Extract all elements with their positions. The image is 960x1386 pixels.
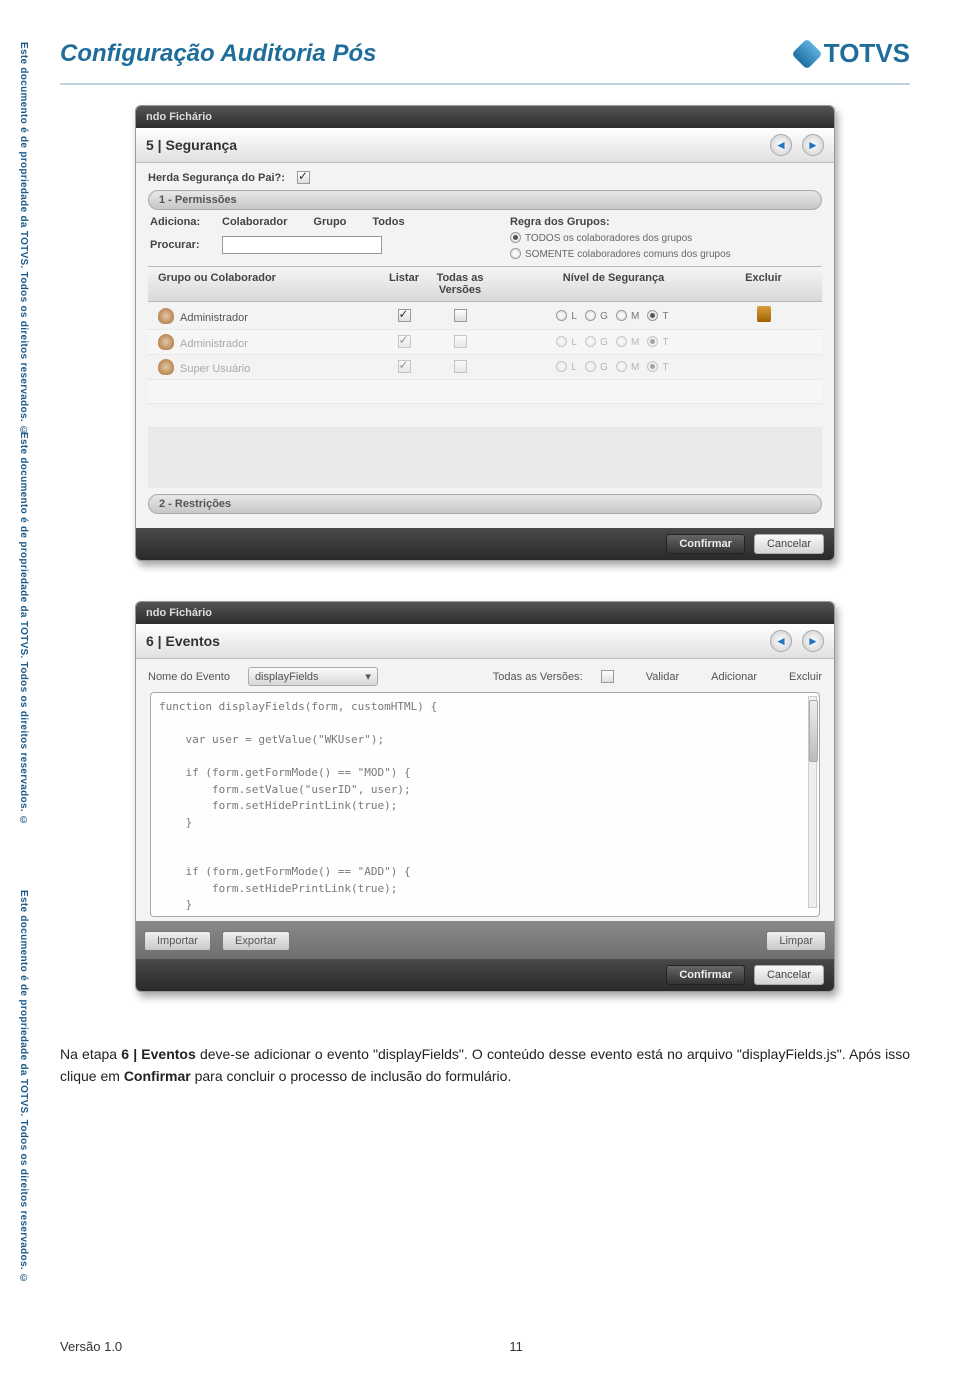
paragraph-part1: Na etapa (60, 1046, 121, 1062)
screenshot-seguranca: ndo Fichário 5 | Segurança ◄ ► Herda Seg… (135, 105, 835, 561)
nivel-t-radio[interactable] (647, 336, 658, 347)
todas-versoes-checkbox[interactable] (601, 670, 614, 683)
logo-icon (791, 38, 822, 69)
code-text: function displayFields(form, customHTML)… (151, 693, 819, 917)
window-title-2: ndo Fichário (136, 602, 834, 624)
procurar-label: Procurar: (150, 239, 210, 251)
excluir-link[interactable]: Excluir (789, 671, 822, 683)
row-listar-checkbox[interactable] (398, 335, 411, 348)
paragraph-part3: para concluir o processo de inclusão do … (195, 1068, 512, 1084)
col-excluir: Excluir (736, 272, 791, 296)
nav-prev-button[interactable]: ◄ (770, 134, 792, 156)
chevron-down-icon: ▾ (365, 670, 371, 683)
col-nivel: Nível de Segurança (491, 272, 736, 296)
code-editor[interactable]: function displayFields(form, customHTML)… (150, 692, 820, 917)
totvs-logo: TOTVS (796, 38, 910, 69)
herda-checkbox[interactable] (297, 171, 310, 184)
regra-opt1: TODOS os colaboradores dos grupos (525, 233, 692, 244)
logo-text: TOTVS (824, 38, 910, 69)
nav-next-button[interactable]: ► (802, 630, 824, 652)
nivel-l-radio[interactable] (556, 336, 567, 347)
regra-opt2: SOMENTE colaboradores comuns dos grupos (525, 249, 731, 260)
nivel-t-radio[interactable] (647, 361, 658, 372)
row-name: Administrador (180, 338, 248, 350)
dropdown-value: displayFields (255, 671, 319, 683)
table-row (148, 380, 822, 404)
col-versoes: Todas as Versões (429, 272, 491, 296)
copyright-side-2: Este documento é de propriedade da TOTVS… (18, 432, 29, 826)
permissoes-section: 1 - Permissões (148, 190, 822, 210)
n-m: M (631, 311, 639, 322)
adicionar-link[interactable]: Adicionar (711, 671, 757, 683)
nivel-g-radio[interactable] (585, 336, 596, 347)
table-row: Administrador L G M T (148, 302, 822, 330)
version-label: Versão 1.0 (60, 1339, 122, 1354)
window-title-1: ndo Fichário (136, 106, 834, 128)
exportar-button[interactable]: Exportar (222, 931, 290, 951)
scrollbar[interactable] (808, 696, 817, 908)
todas-versoes-label: Todas as Versões: (493, 671, 583, 683)
nivel-l-radio[interactable] (556, 361, 567, 372)
procurar-input[interactable] (222, 236, 382, 254)
copyright-side-3: Este documento é de propriedade da TOTVS… (18, 890, 29, 1284)
col-listar: Listar (379, 272, 429, 296)
row-name: Administrador (180, 312, 248, 324)
row-versoes-checkbox[interactable] (454, 335, 467, 348)
copyright-side-1: Este documento é de propriedade da TOTVS… (18, 42, 29, 436)
delete-icon[interactable] (757, 306, 771, 322)
col-grupo: Grupo ou Colaborador (154, 272, 379, 296)
paragraph-bold1: 6 | Eventos (121, 1046, 196, 1062)
regra-somente-radio[interactable] (510, 248, 521, 259)
confirmar-button[interactable]: Confirmar (666, 965, 745, 985)
row-listar-checkbox[interactable] (398, 309, 411, 322)
step6-label: 6 | Eventos (146, 633, 220, 649)
regra-label: Regra dos Grupos: (510, 216, 731, 228)
screenshot-eventos: ndo Fichário 6 | Eventos ◄ ► Nome do Eve… (135, 601, 835, 992)
colaborador-option[interactable]: Colaborador (222, 216, 287, 228)
adiciona-label: Adiciona: (150, 216, 210, 228)
nivel-m-radio[interactable] (616, 361, 627, 372)
regra-todos-radio[interactable] (510, 232, 521, 243)
row-name: Super Usuário (180, 363, 250, 375)
row-listar-checkbox[interactable] (398, 360, 411, 373)
row-versoes-checkbox[interactable] (454, 360, 467, 373)
n-t: T (662, 311, 668, 322)
n-g: G (600, 311, 608, 322)
page-title: Configuração Auditoria Pós (60, 40, 376, 68)
validar-link[interactable]: Validar (646, 671, 679, 683)
todos-option[interactable]: Todos (372, 216, 404, 228)
table-row: Super Usuário L G M T (148, 355, 822, 380)
nivel-g-radio[interactable] (585, 310, 596, 321)
permissions-table-header: Grupo ou Colaborador Listar Todas as Ver… (148, 266, 822, 302)
nav-next-button[interactable]: ► (802, 134, 824, 156)
limpar-button[interactable]: Limpar (766, 931, 826, 951)
table-row (148, 404, 822, 428)
nivel-t-radio[interactable] (647, 310, 658, 321)
herda-label: Herda Segurança do Pai?: (148, 172, 285, 184)
step5-label: 5 | Segurança (146, 137, 237, 153)
cancelar-button[interactable]: Cancelar (754, 534, 824, 554)
evento-dropdown[interactable]: displayFields ▾ (248, 667, 378, 686)
confirmar-button[interactable]: Confirmar (666, 534, 745, 554)
nome-evento-label: Nome do Evento (148, 671, 230, 683)
cancelar-button[interactable]: Cancelar (754, 965, 824, 985)
user-icon (158, 308, 174, 324)
user-icon (158, 334, 174, 350)
nivel-m-radio[interactable] (616, 336, 627, 347)
nivel-m-radio[interactable] (616, 310, 627, 321)
n-l: L (571, 311, 577, 322)
nivel-l-radio[interactable] (556, 310, 567, 321)
paragraph-bold2: Confirmar (124, 1068, 191, 1084)
grupo-option[interactable]: Grupo (313, 216, 346, 228)
row-versoes-checkbox[interactable] (454, 309, 467, 322)
page-number: 11 (486, 1339, 546, 1354)
nav-prev-button[interactable]: ◄ (770, 630, 792, 652)
restricoes-section: 2 - Restrições (148, 494, 822, 514)
nivel-g-radio[interactable] (585, 361, 596, 372)
importar-button[interactable]: Importar (144, 931, 211, 951)
user-icon (158, 359, 174, 375)
table-row: Administrador L G M T (148, 330, 822, 355)
